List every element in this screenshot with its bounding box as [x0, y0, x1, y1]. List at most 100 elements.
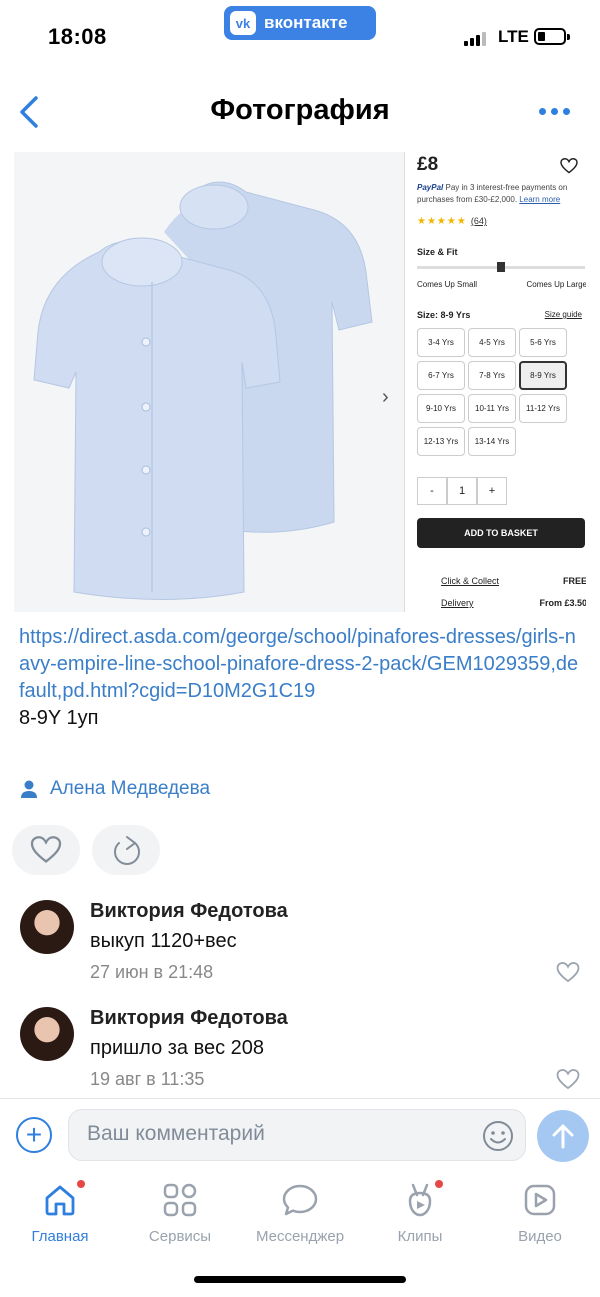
size-option-selected: 8-9 Yrs: [519, 361, 567, 390]
product-panel: £8 PayPal Pay in 3 interest-free payment…: [404, 152, 586, 612]
quantity-stepper: - 1 +: [417, 477, 507, 505]
caption-note: 8-9Y 1уп: [19, 707, 99, 729]
share-button[interactable]: [92, 825, 160, 875]
tab-clips[interactable]: Клипы: [365, 1178, 475, 1245]
post-photo[interactable]: › £8 PayPal Pay in 3 interest-free payme…: [14, 152, 586, 612]
tab-services[interactable]: Сервисы: [125, 1178, 235, 1245]
size-option: 12-13 Yrs: [417, 427, 465, 456]
fit-marker: [497, 262, 505, 272]
comment-item: Виктория Федотова выкуп 1120+вес 27 июн …: [20, 900, 580, 990]
comment-time: 19 авг в 11:35: [90, 1069, 205, 1089]
comment-author[interactable]: Виктория Федотова: [90, 1007, 288, 1030]
size-option: 5-6 Yrs: [519, 328, 567, 357]
fit-right-label: Comes Up Large: [526, 280, 586, 289]
comment-like-heart-icon[interactable]: [556, 1069, 580, 1090]
signal-icon: [464, 30, 486, 46]
size-grid: 3-4 Yrs 4-5 Yrs 5-6 Yrs 6-7 Yrs 7-8 Yrs …: [417, 328, 586, 456]
share-icon: [114, 836, 140, 865]
size-option: 10-11 Yrs: [468, 394, 516, 423]
click-collect-label: Click & Collect: [441, 576, 500, 586]
fit-left-label: Comes Up Small: [417, 280, 478, 289]
size-option: 9-10 Yrs: [417, 394, 465, 423]
size-guide-link: Size guide: [544, 310, 582, 319]
wishlist-heart-icon: [560, 158, 578, 174]
product-link[interactable]: https://direct.asda.com/george/school/pi…: [19, 624, 579, 705]
vk-pill-label: вконтакте: [264, 13, 348, 32]
notification-dot: [77, 1180, 85, 1188]
status-bar: 18:08 vk вконтакте LTE: [0, 0, 600, 70]
heart-icon: [30, 836, 62, 863]
tab-video[interactable]: Видео: [485, 1178, 595, 1245]
rating-stars-glyphs: ★★★★★: [417, 216, 467, 227]
blouse-product-image: [14, 152, 404, 612]
clips-icon: [408, 1183, 432, 1217]
click-collect-price: FREE: [562, 576, 586, 586]
notification-dot: [435, 1180, 443, 1188]
click-collect-row: Click & Collect FREE: [417, 576, 586, 586]
home-icon: [45, 1185, 75, 1216]
delivery-label: Delivery: [441, 598, 474, 608]
paypal-info: PayPal Pay in 3 interest-free payments o…: [417, 182, 585, 206]
size-option: 4-5 Yrs: [468, 328, 516, 357]
attach-plus-icon[interactable]: +: [16, 1117, 52, 1153]
user-icon: [21, 780, 37, 798]
product-price: £8: [417, 154, 439, 175]
page-title: Фотография: [210, 94, 390, 126]
blouse-illustration: [33, 181, 373, 600]
chat-icon: [282, 1184, 318, 1216]
tab-label: Главная: [31, 1228, 89, 1245]
next-image-chevron-icon[interactable]: ›: [382, 386, 389, 409]
video-icon: [524, 1184, 556, 1216]
comment-composer: +: [0, 1098, 600, 1172]
comment-text: пришло за вес 208: [90, 1037, 265, 1059]
comment-time: 27 июн в 21:48: [90, 962, 214, 982]
battery-icon: [534, 28, 570, 45]
tab-label: Видео: [518, 1228, 562, 1245]
status-time: 18:08: [48, 24, 107, 49]
tab-label: Сервисы: [148, 1228, 212, 1245]
post-caption: https://direct.asda.com/george/school/pi…: [19, 624, 579, 732]
home-indicator[interactable]: [194, 1276, 406, 1283]
vk-logo-icon: vk: [230, 11, 256, 35]
avatar[interactable]: [20, 1007, 74, 1061]
paypal-learn-more: Learn more: [519, 195, 561, 204]
delivery-price: From £3.50: [539, 598, 586, 608]
rating-count: (64): [470, 216, 487, 226]
vk-app-pill[interactable]: vk вконтакте: [224, 6, 376, 40]
fit-scale: Comes Up Small Comes Up Large: [417, 280, 586, 289]
size-fit-label: Size & Fit: [417, 247, 458, 257]
emoji-icon[interactable]: [481, 1119, 515, 1153]
size-option: 3-4 Yrs: [417, 328, 465, 357]
avatar[interactable]: [20, 900, 74, 954]
network-type: LTE: [498, 27, 529, 46]
size-label: Size: 8-9 Yrs: [417, 310, 471, 320]
tab-label: Клипы: [397, 1228, 443, 1245]
comment-like-heart-icon[interactable]: [556, 962, 580, 983]
tab-label: Мессенджер: [255, 1228, 345, 1245]
comment-author[interactable]: Виктория Федотова: [90, 900, 288, 923]
photo-author[interactable]: Алена Медведева: [20, 778, 210, 800]
rating-stars: ★★★★★ (64): [417, 216, 487, 227]
tab-messenger[interactable]: Мессенджер: [245, 1178, 355, 1245]
paypal-logo: PayPal: [417, 183, 444, 192]
size-option: 13-14 Yrs: [468, 427, 516, 456]
delivery-row: Delivery From £3.50: [417, 598, 586, 608]
comment-item: Виктория Федотова пришло за вес 208 19 а…: [20, 1007, 580, 1097]
comment-input[interactable]: [87, 1110, 467, 1158]
size-option: 7-8 Yrs: [468, 361, 516, 390]
bottom-tab-bar: Главная Сервисы Мессенджер Клипы Видео: [0, 1172, 600, 1262]
author-name: Алена Медведева: [50, 778, 211, 799]
size-option: 11-12 Yrs: [519, 394, 567, 423]
qty-minus: -: [417, 477, 447, 505]
qty-plus: +: [477, 477, 507, 505]
grid-icon: [163, 1183, 197, 1217]
size-option: 6-7 Yrs: [417, 361, 465, 390]
arrow-up-icon: [552, 1124, 574, 1149]
like-button[interactable]: [12, 825, 80, 875]
comment-input-wrapper: [68, 1109, 526, 1161]
nav-bar: Фотография: [0, 80, 600, 144]
tab-home[interactable]: Главная: [5, 1178, 115, 1245]
send-button[interactable]: [537, 1110, 589, 1162]
qty-value: 1: [447, 477, 477, 505]
more-options-icon[interactable]: [539, 108, 570, 115]
